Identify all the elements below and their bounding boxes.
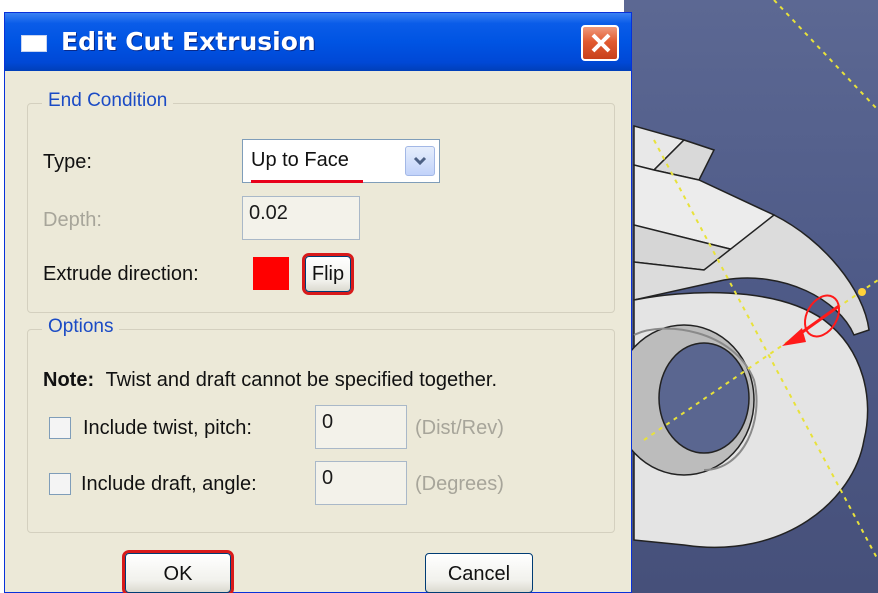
include-twist-checkbox[interactable] (49, 417, 71, 439)
ok-button[interactable]: OK (125, 553, 231, 593)
depth-input[interactable]: 0.02 (242, 196, 360, 240)
close-x-icon (591, 33, 611, 53)
draft-unit-label: (Degrees) (415, 473, 504, 495)
include-draft-label[interactable]: Include draft, angle: (81, 473, 257, 496)
type-label: Type: (43, 151, 92, 173)
include-draft-checkbox[interactable] (49, 473, 71, 495)
twist-pitch-input[interactable]: 0 (315, 405, 407, 449)
direction-color-swatch (253, 257, 289, 290)
flip-button[interactable]: Flip (305, 256, 351, 292)
extrusion-model-graphic (624, 0, 878, 561)
draft-angle-input[interactable]: 0 (315, 461, 407, 505)
type-select-value: Up to Face (251, 149, 349, 171)
cancel-button[interactable]: Cancel (425, 553, 533, 593)
twist-unit-label: (Dist/Rev) (415, 417, 504, 439)
window-icon (21, 35, 47, 52)
chevron-down-icon (413, 156, 427, 166)
type-select[interactable]: Up to Face (242, 139, 440, 183)
edit-cut-extrusion-dialog: Edit Cut Extrusion End Condition Type: U… (4, 12, 632, 593)
depth-label: Depth: (43, 209, 102, 231)
dialog-title: Edit Cut Extrusion (61, 27, 316, 56)
title-bar[interactable]: Edit Cut Extrusion (5, 13, 631, 71)
annotation-underline (251, 180, 363, 183)
end-condition-title: End Condition (42, 90, 174, 112)
dropdown-button[interactable] (405, 146, 435, 176)
note-label: Note: (43, 369, 95, 391)
note-text: Note: Twist and draft cannot be specifie… (43, 369, 497, 392)
extrude-direction-label: Extrude direction: (43, 263, 199, 285)
note-message: Twist and draft cannot be specified toge… (105, 369, 498, 391)
options-title: Options (42, 316, 120, 338)
close-button[interactable] (581, 25, 619, 61)
model-viewport[interactable] (624, 0, 878, 593)
include-twist-label[interactable]: Include twist, pitch: (83, 417, 252, 440)
